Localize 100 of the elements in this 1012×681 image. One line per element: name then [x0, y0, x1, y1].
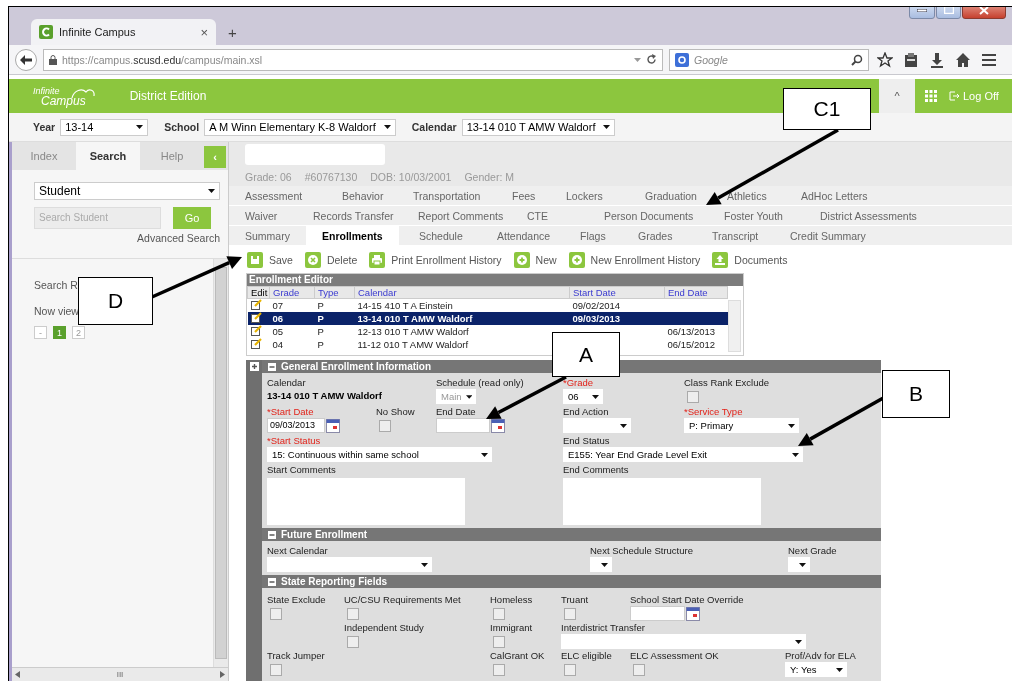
toolbar-button[interactable]: New Enrollment History — [568, 249, 701, 271]
column-header[interactable]: Type — [314, 286, 355, 299]
tab[interactable]: Behavior — [342, 186, 384, 206]
calendar-icon[interactable] — [326, 419, 340, 433]
checkbox[interactable] — [493, 608, 505, 620]
date-field[interactable] — [630, 606, 685, 621]
tab[interactable]: Enrollments — [306, 226, 399, 247]
page-button[interactable]: 1 — [53, 326, 66, 339]
column-header[interactable]: Start Date — [569, 286, 665, 299]
checkbox[interactable] — [379, 420, 391, 432]
tab[interactable]: AdHoc Letters — [801, 186, 868, 206]
column-header[interactable]: End Date — [664, 286, 728, 299]
toolbar-button[interactable]: Documents — [712, 249, 788, 271]
tab[interactable]: Waiver — [245, 206, 278, 226]
dropdown[interactable] — [590, 557, 612, 572]
star-icon[interactable] — [877, 51, 893, 68]
context-dropdown[interactable]: 13-14 — [60, 118, 149, 136]
tab[interactable]: Attendance — [497, 226, 551, 246]
calendar-icon[interactable] — [491, 419, 505, 433]
dropdown[interactable] — [788, 557, 810, 572]
tab[interactable]: Summary — [245, 226, 290, 246]
tab[interactable]: Records Transfer — [313, 206, 394, 226]
horizontal-scrollbar[interactable]: III — [12, 667, 228, 681]
scroll-right-icon[interactable] — [220, 671, 225, 678]
scrollbar[interactable] — [213, 259, 228, 667]
collapse-button[interactable]: ^ — [894, 90, 900, 102]
scroll-left-icon[interactable] — [15, 671, 20, 678]
tab[interactable]: Schedule — [419, 226, 463, 246]
tab[interactable]: Flags — [580, 226, 606, 246]
clipboard-icon[interactable] — [903, 51, 919, 68]
download-icon[interactable] — [929, 51, 945, 68]
context-dropdown[interactable]: 13-14 010 T AMW Waldorf — [461, 118, 616, 136]
page-button[interactable]: - — [34, 326, 47, 339]
checkbox[interactable] — [564, 664, 576, 676]
checkbox[interactable] — [493, 664, 505, 676]
checkbox[interactable] — [687, 391, 699, 403]
tab[interactable]: Report Comments — [418, 206, 504, 226]
tab[interactable]: Graduation — [645, 186, 697, 206]
checkbox[interactable] — [270, 664, 282, 676]
column-header[interactable]: Calendar — [354, 286, 570, 299]
checkbox[interactable] — [564, 608, 576, 620]
advanced-search-link[interactable]: Advanced Search — [137, 232, 220, 244]
address-bar[interactable]: https://campus.scusd.edu/campus/main.xsl — [43, 48, 663, 71]
checkbox[interactable] — [493, 636, 505, 648]
toolbar-button[interactable]: Delete — [304, 249, 358, 271]
column-header[interactable]: Edit — [247, 286, 270, 299]
column-header[interactable]: Grade — [269, 286, 315, 299]
table-row[interactable]: 07 P 14-15 410 T A Einstein 09/02/2014 — [247, 298, 728, 312]
dropdown[interactable]: 06 — [563, 389, 603, 404]
calendar-icon[interactable] — [686, 607, 700, 621]
date-field[interactable]: 09/03/2013 — [267, 418, 325, 433]
section-header[interactable]: Future Enrollment — [262, 528, 881, 541]
checkbox[interactable] — [347, 636, 359, 648]
home-icon[interactable] — [955, 51, 971, 68]
tab[interactable]: Assessment — [245, 186, 303, 206]
expand-icon[interactable] — [249, 362, 259, 371]
checkbox[interactable] — [633, 664, 645, 676]
tab[interactable]: Grades — [638, 226, 673, 246]
panel-tab[interactable]: Index — [12, 142, 76, 170]
panel-tab[interactable]: Help — [140, 142, 204, 170]
table-row[interactable]: 06 P 13-14 010 T AMW Waldorf 09/03/2013 — [247, 312, 728, 325]
dropdown[interactable]: Y: Yes — [785, 662, 847, 677]
tab[interactable]: Athletics — [727, 186, 767, 206]
tab[interactable]: Transcript — [712, 226, 759, 246]
toolbar-button[interactable]: Save — [247, 249, 293, 271]
context-dropdown[interactable]: A M Winn Elementary K-8 Waldorf — [204, 118, 396, 136]
menu-icon[interactable] — [981, 51, 997, 68]
toolbar-button[interactable]: Print Enrollment History — [369, 249, 502, 271]
tab[interactable]: Foster Youth — [724, 206, 783, 226]
section-header[interactable]: State Reporting Fields — [262, 575, 881, 588]
checkbox[interactable] — [347, 608, 359, 620]
tab[interactable]: Credit Summary — [790, 226, 866, 246]
date-field[interactable] — [436, 418, 490, 433]
panel-tab[interactable]: Search — [76, 142, 140, 170]
toolbar-button[interactable]: New — [513, 249, 557, 271]
dropdown[interactable]: E155: Year End Grade Level Exit — [563, 447, 803, 462]
back-button[interactable] — [15, 48, 37, 71]
browser-tab[interactable]: Infinite Campus × — [31, 19, 216, 45]
page-button[interactable]: 2 — [72, 326, 85, 339]
tab[interactable]: Transportation — [413, 186, 481, 206]
reload-icon[interactable] — [646, 54, 657, 65]
tab-close-button[interactable]: × — [200, 24, 208, 40]
tab[interactable]: Lockers — [566, 186, 603, 206]
dropdown[interactable]: 15: Continuous within same school — [267, 447, 492, 462]
tab[interactable]: CTE — [527, 206, 548, 226]
tab[interactable]: Person Documents — [604, 206, 694, 226]
edit-icon[interactable] — [250, 325, 262, 336]
search-type-dropdown[interactable]: Student — [34, 182, 220, 200]
apps-grid-icon[interactable] — [925, 90, 937, 102]
edit-icon[interactable] — [250, 338, 262, 349]
scrollbar[interactable] — [728, 300, 741, 352]
new-tab-button[interactable]: + — [222, 21, 243, 45]
tab[interactable]: Fees — [512, 186, 536, 206]
search-icon[interactable] — [851, 53, 863, 66]
search-field[interactable]: Google — [669, 48, 869, 71]
tab[interactable]: District Assessments — [820, 206, 917, 226]
dropdown[interactable]: P: Primary — [684, 418, 799, 433]
edit-icon[interactable] — [250, 299, 262, 310]
checkbox[interactable] — [270, 608, 282, 620]
edit-icon[interactable] — [250, 312, 262, 323]
